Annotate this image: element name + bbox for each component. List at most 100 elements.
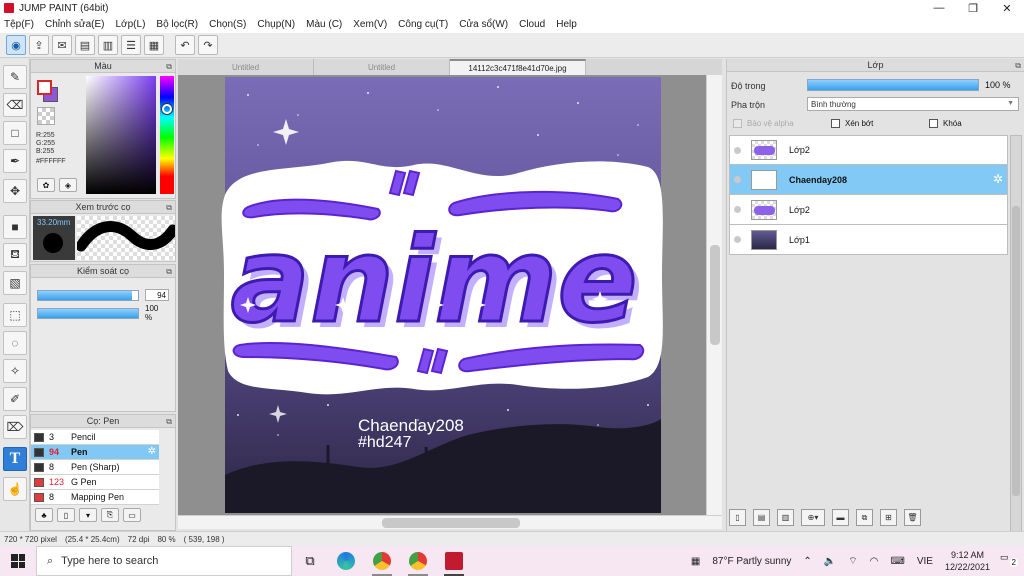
weather-icon[interactable]: ▦: [691, 556, 700, 567]
taskbar-clock[interactable]: 9:12 AM 12/22/2021: [945, 549, 990, 573]
brush-menu-icon[interactable]: ▾: [79, 508, 97, 522]
pin-icon[interactable]: ⧉: [166, 417, 172, 427]
visibility-icon[interactable]: [734, 146, 741, 154]
color-saturation-value-picker[interactable]: [86, 76, 156, 194]
brush-item-pen[interactable]: 94 Pen ✲: [31, 445, 159, 460]
tab-untitled-2[interactable]: Untitled: [314, 59, 450, 75]
canvas-artwork[interactable]: anime anime Chaenday208 #hd247: [178, 75, 706, 515]
fill-rect-tool-icon[interactable]: ■: [3, 215, 27, 239]
menu-filter[interactable]: Bộ lọc(R): [156, 19, 198, 30]
text-tool-icon[interactable]: T: [3, 447, 27, 471]
menu-tools[interactable]: Công cụ(T): [398, 19, 448, 30]
brush-tree-icon[interactable]: ♣: [35, 508, 53, 522]
tab-image-file[interactable]: 14112c3c471f8e41d70e.jpg: [450, 59, 586, 75]
gear-icon[interactable]: ✲: [148, 446, 156, 457]
clipping-checkbox[interactable]: Xén bớt: [831, 119, 873, 128]
gear-icon[interactable]: ✲: [993, 172, 1003, 186]
brush-size-input[interactable]: 94: [145, 289, 169, 301]
select-pen-tool-icon[interactable]: ✐: [3, 387, 27, 411]
blend-mode-select[interactable]: Bình thường ▼: [807, 97, 1019, 111]
pin-icon[interactable]: ⧉: [166, 203, 172, 213]
lock-checkbox[interactable]: Khóa: [929, 119, 962, 128]
brush-size-slider[interactable]: [37, 289, 139, 301]
select-eraser-tool-icon[interactable]: ⌦: [3, 415, 27, 439]
delete-layer-icon[interactable]: 🗑: [904, 509, 921, 526]
chrome-app-2[interactable]: [400, 546, 436, 576]
protect-alpha-checkbox[interactable]: Bảo vệ alpha: [733, 119, 794, 128]
move-tool-icon[interactable]: ✥: [3, 179, 27, 203]
new-folder-icon[interactable]: ▬: [832, 509, 849, 526]
comment-icon[interactable]: ✉: [52, 35, 72, 55]
redo-icon[interactable]: ↷: [198, 35, 218, 55]
palette-icon[interactable]: ✿: [37, 178, 55, 192]
menu-view[interactable]: Xem(V): [353, 19, 387, 30]
merge-layer-icon[interactable]: ⊞: [880, 509, 897, 526]
layer-row-selected[interactable]: Chaenday208 ✲: [729, 165, 1008, 195]
tab-untitled-1[interactable]: Untitled: [178, 59, 314, 75]
edge-app[interactable]: [328, 546, 364, 576]
layer-row[interactable]: Lớp1: [729, 225, 1008, 255]
maximize-button[interactable]: ❐: [956, 0, 990, 16]
duplicate-layer-icon[interactable]: ⧉: [856, 509, 873, 526]
canvas-horizontal-scrollbar[interactable]: [178, 515, 722, 529]
chat-icon[interactable]: ▤: [75, 35, 95, 55]
brush-item-mapping-pen[interactable]: 8 Mapping Pen: [31, 490, 159, 505]
new-layer-icon[interactable]: ▯: [729, 509, 746, 526]
scrollbar-thumb[interactable]: [1012, 206, 1020, 496]
pen-tool-icon[interactable]: ✒: [3, 149, 27, 173]
document-icon[interactable]: ▥: [98, 35, 118, 55]
pin-icon[interactable]: ⧉: [166, 62, 172, 72]
notification-button[interactable]: ▭ 2: [1000, 552, 1018, 568]
volume-icon[interactable]: 🔈: [824, 556, 836, 567]
scrollbar-thumb[interactable]: [382, 518, 520, 528]
brush-copy-icon[interactable]: ⎘: [101, 508, 119, 522]
undo-icon[interactable]: ↶: [175, 35, 195, 55]
layer-opacity-slider[interactable]: [807, 79, 979, 91]
task-view-button[interactable]: ⧉: [292, 546, 328, 576]
menu-edit[interactable]: Chỉnh sửa(E): [45, 19, 105, 30]
close-button[interactable]: ✕: [990, 0, 1024, 16]
lasso-tool-icon[interactable]: ◌: [3, 331, 27, 355]
canvas-area[interactable]: anime anime Chaenday208 #hd247: [178, 75, 706, 515]
new-layer-1bit-icon[interactable]: ▥: [777, 509, 794, 526]
hue-slider-knob[interactable]: [162, 104, 172, 114]
menu-color[interactable]: Màu (C): [306, 19, 342, 30]
start-button[interactable]: [0, 546, 36, 576]
canvas-vertical-scrollbar[interactable]: [706, 75, 722, 515]
hand-tool-icon[interactable]: ☝: [3, 477, 27, 501]
chrome-app-1[interactable]: [364, 546, 400, 576]
scrollbar-thumb[interactable]: [710, 245, 720, 345]
add-layer-menu-icon[interactable]: ⊕▾: [801, 509, 825, 526]
menu-cloud[interactable]: Cloud: [519, 19, 545, 30]
chevron-up-icon[interactable]: ⌃: [803, 556, 811, 567]
brush-folder-icon[interactable]: ▭: [123, 508, 141, 522]
menu-file[interactable]: Tệp(F): [4, 19, 34, 30]
menu-capture[interactable]: Chụp(N): [257, 19, 295, 30]
language-indicator[interactable]: VIE: [917, 556, 933, 567]
select-rect-tool-icon[interactable]: ⬚: [3, 303, 27, 327]
foreground-color-swatch[interactable]: [37, 80, 52, 95]
visibility-icon[interactable]: [734, 206, 741, 213]
brush-item-pen-sharp[interactable]: 8 Pen (Sharp): [31, 460, 159, 475]
brush-item-g-pen[interactable]: 123 G Pen: [31, 475, 159, 490]
hue-slider[interactable]: [160, 76, 174, 194]
menu-help[interactable]: Help: [556, 19, 577, 30]
wifi-icon[interactable]: ◠: [870, 556, 879, 567]
brush-opacity-slider[interactable]: [37, 307, 139, 319]
minimize-button[interactable]: —: [922, 0, 956, 16]
bucket-tool-icon[interactable]: ⛾: [3, 243, 27, 267]
pin-icon[interactable]: ⧉: [166, 267, 172, 277]
network-icon[interactable]: ⌔: [848, 555, 857, 568]
visibility-icon[interactable]: [734, 176, 741, 183]
layer-row[interactable]: Lớp2: [729, 195, 1008, 225]
layer-list-scrollbar[interactable]: [1010, 135, 1022, 559]
eye-dropper-icon[interactable]: ◉: [6, 35, 26, 55]
list-icon[interactable]: ☰: [121, 35, 141, 55]
grid-icon[interactable]: ▦: [144, 35, 164, 55]
taskbar-search[interactable]: ⌕ Type here to search: [36, 546, 292, 576]
weather-text[interactable]: 87°F Partly sunny: [712, 556, 791, 567]
brush-item-pencil[interactable]: 3 Pencil: [31, 430, 159, 445]
new-layer-8bit-icon[interactable]: ▤: [753, 509, 770, 526]
rectangle-tool-icon[interactable]: □: [3, 121, 27, 145]
menu-layer[interactable]: Lớp(L): [116, 19, 146, 30]
